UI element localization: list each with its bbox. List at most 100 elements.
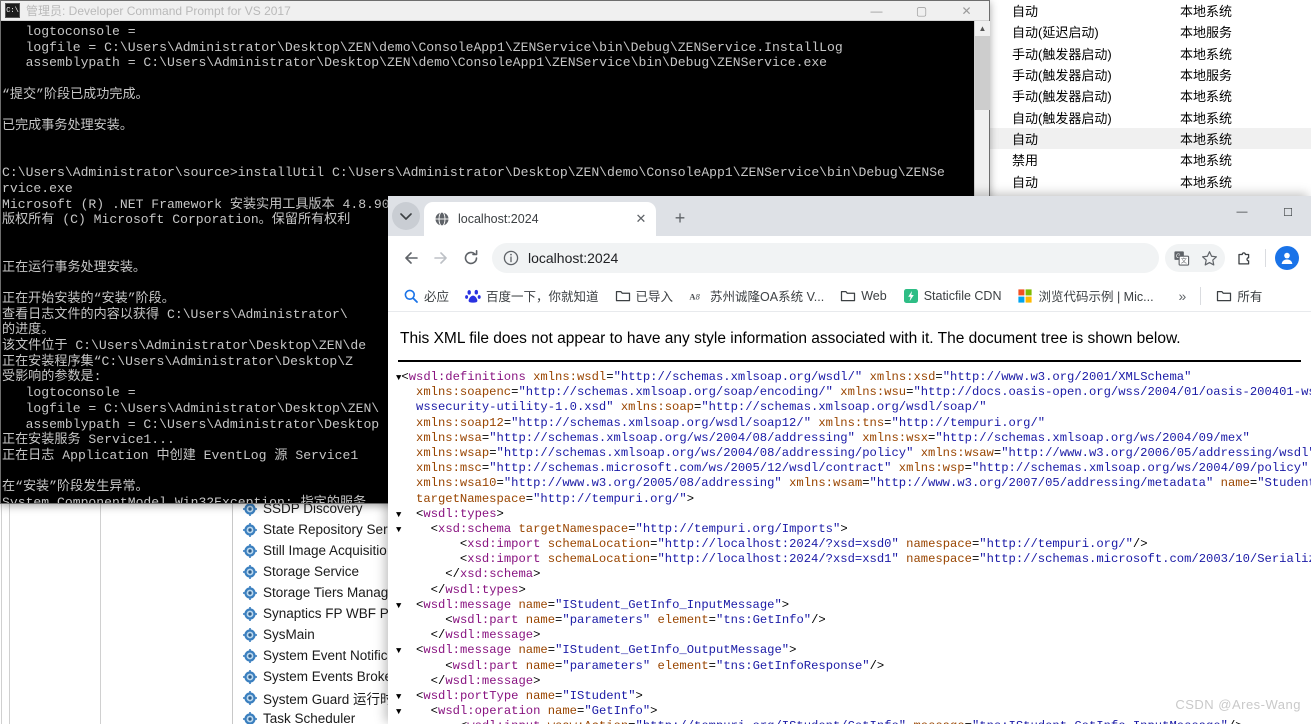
xml-line: ▼ <wsdl:message name="IStudent_GetInfo_I… (396, 597, 790, 612)
forward-button[interactable] (426, 243, 456, 273)
new-tab-button[interactable]: + (666, 204, 694, 232)
xml-line: ▼ xmlns:wsap="http://schemas.xmlsoap.org… (416, 445, 1311, 460)
services-row[interactable]: 手动(触发器启动) 本地服务 (990, 64, 1311, 85)
xml-line: ▼ <wsdl:part name="parameters" element="… (445, 613, 826, 627)
command-prompt-icon: C:\ (5, 3, 20, 18)
expand-triangle-icon[interactable]: ▼ (396, 692, 401, 702)
bookmark-baidu[interactable]: 百度一下，你就知道 (458, 283, 606, 308)
avatar[interactable] (1275, 246, 1299, 270)
minimize-icon[interactable]: — (1219, 196, 1265, 228)
omnibox-action-group: G 文 (1165, 244, 1225, 272)
info-circle-icon[interactable] (502, 249, 520, 267)
gear-icon (243, 522, 257, 537)
xml-line: ▼ <wsdl:input wsaw:Action="http://tempur… (396, 719, 1311, 724)
star-icon[interactable] (1195, 244, 1223, 272)
service-logon-account: 本地系统 (1180, 131, 1233, 147)
expand-triangle-icon[interactable]: ▼ (396, 707, 401, 717)
bookmark-folder-web[interactable]: Web (833, 285, 893, 307)
back-button[interactable] (396, 243, 426, 273)
reload-button[interactable] (456, 243, 486, 273)
minimize-icon[interactable]: — (854, 1, 899, 21)
bookmark-all-folder[interactable]: 所有 (1209, 283, 1269, 308)
svg-text:A: A (689, 292, 695, 301)
close-icon[interactable]: ✕ (944, 1, 989, 21)
services-row[interactable]: 自动 本地系统 (990, 127, 1311, 150)
maximize-icon[interactable]: ☐ (1265, 196, 1311, 228)
bookmark-folder-imported[interactable]: 已导入 (608, 283, 681, 308)
services-row[interactable]: 手动(触发器启动) 本地系统 (990, 43, 1311, 64)
scrollbar-thumb[interactable] (975, 36, 990, 110)
gear-icon (243, 627, 257, 642)
gear-icon (243, 564, 257, 579)
watermark: CSDN @Ares-Wang (1175, 697, 1301, 712)
bookmark-bing[interactable]: 必应 (396, 283, 456, 308)
bookmark-oa-system[interactable]: A 8 苏州诚隆OA系统 V... (682, 283, 831, 308)
xml-style-notice: This XML file does not appear to have an… (400, 330, 1181, 347)
close-icon[interactable]: ✕ (632, 210, 650, 228)
staticfile-icon (903, 288, 919, 304)
service-startup-type: 自动 (1012, 131, 1039, 147)
gear-icon (243, 543, 257, 558)
gear-icon (243, 690, 257, 705)
gear-icon (243, 648, 257, 663)
services-row[interactable]: 自动 本地系统 (990, 0, 1311, 21)
service-logon-account: 本地服务 (1180, 68, 1233, 84)
service-logon-account: 本地系统 (1180, 46, 1233, 62)
microsoft-icon (1017, 288, 1033, 304)
address-bar-url[interactable]: localhost:2024 (528, 250, 618, 266)
console-titlebar[interactable]: C:\ 管理员: Developer Command Prompt for VS… (1, 1, 989, 21)
service-name-label: SysMain (263, 627, 315, 642)
xml-line: ▼ targetNamespace="http://tempuri.org/"> (416, 491, 695, 506)
bookmark-label: 已导入 (635, 290, 674, 304)
chevron-down-icon (400, 213, 412, 220)
service-name-label: Still Image Acquisitio (263, 543, 387, 558)
svg-text:8: 8 (696, 292, 701, 301)
maximize-icon[interactable]: ▢ (899, 1, 944, 21)
bookmark-staticfile-cdn[interactable]: Staticfile CDN (896, 285, 1009, 307)
xml-line: ▼ </wsdl:message> (430, 673, 541, 688)
service-logon-account: 本地系统 (1180, 4, 1233, 20)
services-row[interactable]: 自动(延迟启动) 本地服务 (990, 21, 1311, 42)
scroll-up-icon[interactable]: ▲ (975, 21, 990, 36)
reload-icon (464, 250, 478, 265)
services-divider-a (1, 504, 2, 724)
xml-line: ▼ <xsd:import schemaLocation="http://loc… (459, 537, 1148, 552)
service-logon-account: 本地系统 (1180, 89, 1233, 105)
service-logon-account: 本地系统 (1180, 110, 1233, 126)
xml-document-tree[interactable]: ▼<wsdl:definitions xmlns:wsdl="http://sc… (388, 362, 1311, 724)
xml-line: ▼ <wsdl:operation name="GetInfo"> (396, 704, 658, 719)
browser-window-controls[interactable]: — ☐ (1219, 196, 1311, 228)
baidu-icon (465, 288, 481, 304)
service-startup-type: 手动(触发器启动) (1012, 46, 1112, 62)
services-row[interactable]: 手动(触发器启动) 本地系统 (990, 85, 1311, 106)
arrow-left-icon (405, 252, 418, 264)
expand-triangle-icon[interactable]: ▼ (396, 601, 401, 611)
service-logon-account: 本地系统 (1180, 153, 1233, 169)
chrome-browser-window[interactable]: localhost:2024 ✕ + — ☐ localhost:2024 G … (388, 196, 1311, 724)
services-row[interactable]: 自动 本地系统 (990, 170, 1311, 191)
translate-icon[interactable]: G 文 (1167, 244, 1195, 272)
bookmark-label: 必应 (424, 290, 450, 304)
xml-line: ▼ <wsdl:portType name="IStudent"> (396, 688, 643, 703)
browser-tab[interactable]: localhost:2024 ✕ (424, 202, 656, 236)
xml-line: ▼ xmlns:wsa10="http://www.w3.org/2005/08… (416, 476, 1311, 491)
services-row[interactable]: 自动(触发器启动) 本地系统 (990, 106, 1311, 127)
xml-line: ▼ <wsdl:types> (396, 506, 504, 521)
browser-toolbar: localhost:2024 G 文 (388, 236, 1311, 280)
tab-title: localhost:2024 (458, 212, 539, 226)
services-left-panel (0, 504, 232, 724)
service-startup-type: 自动(延迟启动) (1012, 25, 1099, 41)
bookmark-microsoft-code-samples[interactable]: 浏览代码示例 | Mic... (1010, 283, 1160, 308)
expand-triangle-icon[interactable]: ▼ (396, 510, 401, 520)
console-window-controls[interactable]: — ▢ ✕ (854, 1, 989, 21)
expand-triangle-icon[interactable]: ▼ (396, 525, 401, 535)
address-bar[interactable]: localhost:2024 (492, 243, 1159, 273)
bookmarks-overflow-button[interactable]: » (1173, 288, 1193, 304)
expand-triangle-icon[interactable]: ▼ (396, 646, 401, 656)
tab-strip: localhost:2024 ✕ + — ☐ (388, 196, 1311, 236)
xml-line: ▼ wssecurity-utility-1.0.xsd" xmlns:soap… (416, 400, 987, 415)
xml-line: ▼ xmlns:soapenc="http://schemas.xmlsoap.… (416, 385, 1311, 400)
tab-search-button[interactable] (392, 202, 420, 230)
extensions-icon[interactable] (1231, 244, 1259, 272)
services-row[interactable]: 禁用 本地系统 (990, 149, 1311, 170)
